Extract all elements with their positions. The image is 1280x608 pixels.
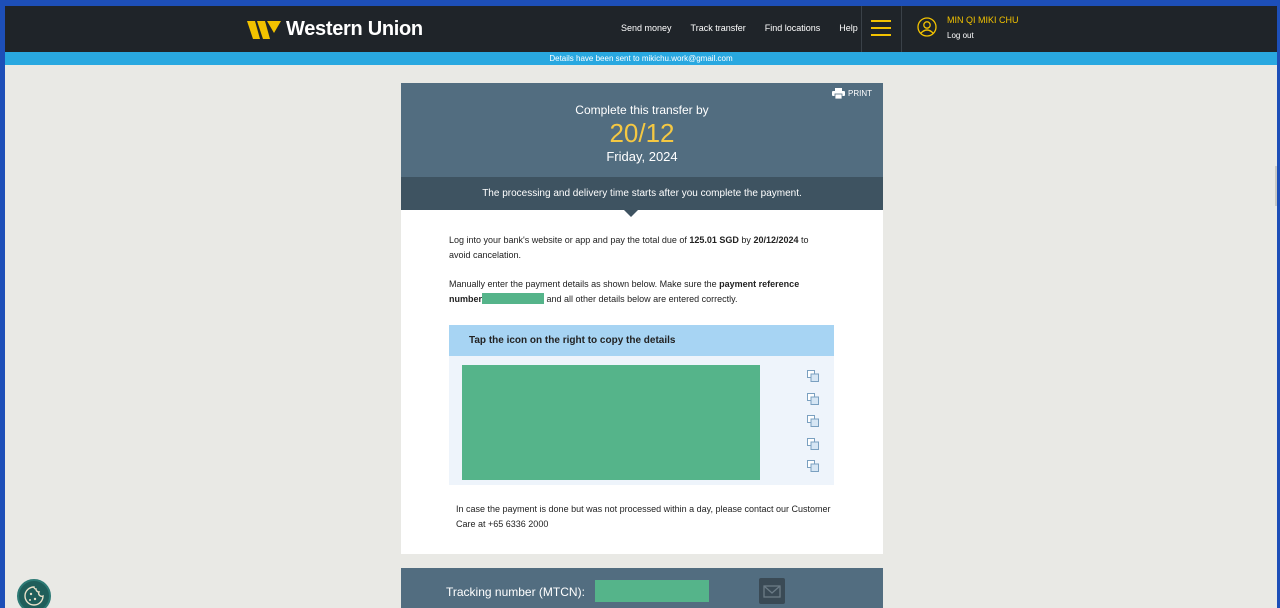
payment-instructions-card: PRINT Complete this transfer by 20/12 Fr… — [401, 83, 883, 554]
email-tracking-button[interactable] — [759, 578, 785, 604]
site-header: Western Union Send money Track transfer … — [5, 6, 1277, 52]
wu-logo-icon — [247, 20, 281, 39]
print-label: PRINT — [848, 89, 872, 98]
scrollbar-thumb[interactable] — [1275, 166, 1277, 206]
copy-icon[interactable] — [807, 415, 819, 428]
cookie-icon — [24, 586, 44, 606]
processing-note-text: The processing and delivery time starts … — [482, 188, 802, 199]
payment-instruction: Log into your bank's website or app and … — [449, 233, 829, 263]
cookie-settings-button[interactable] — [17, 579, 51, 608]
redacted-tracking-number — [595, 580, 709, 602]
copy-details-header: Tap the icon on the right to copy the de… — [449, 325, 834, 356]
redacted-payment-details — [462, 365, 760, 480]
copy-icon[interactable] — [807, 392, 819, 405]
nav-help[interactable]: Help — [839, 23, 858, 33]
tracking-number-label: Tracking number (MTCN): — [446, 585, 585, 599]
copy-buttons — [807, 370, 819, 483]
header-divider — [901, 6, 902, 52]
payment-details-box: Tap the icon on the right to copy the de… — [449, 325, 834, 485]
tracking-number-panel: Tracking number (MTCN): — [401, 568, 883, 608]
copy-icon[interactable] — [807, 437, 819, 450]
instruction-text: Manually enter the payment details as sh… — [449, 279, 720, 289]
logo-text: Western Union — [286, 18, 423, 40]
print-button[interactable]: PRINT — [832, 88, 872, 99]
user-avatar-icon — [917, 17, 937, 37]
band-pointer — [624, 210, 638, 217]
instruction-text: and all other details below are entered … — [544, 294, 738, 304]
logout-link[interactable]: Log out — [947, 31, 974, 40]
user-name: MIN QI MIKI CHU — [947, 15, 1019, 25]
user-menu[interactable]: MIN QI MIKI CHU Log out — [917, 15, 1019, 43]
due-date: 20/12/2024 — [753, 235, 799, 245]
instruction-text: Log into your bank's website or app and … — [449, 235, 690, 245]
nav-track-transfer[interactable]: Track transfer — [691, 23, 746, 33]
page: Western Union Send money Track transfer … — [5, 6, 1277, 608]
mail-icon — [763, 585, 781, 598]
header-divider — [861, 6, 862, 52]
reference-instruction: Manually enter the payment details as sh… — [449, 277, 829, 307]
main-nav: Send money Track transfer Find locations… — [621, 23, 858, 33]
instruction-text: by — [738, 235, 754, 245]
email-sent-banner: Details have been sent to mikichu.work@g… — [5, 52, 1277, 65]
redacted-reference-number — [482, 293, 545, 304]
copy-icon[interactable] — [807, 460, 819, 473]
nav-find-locations[interactable]: Find locations — [765, 23, 821, 33]
printer-icon — [832, 88, 845, 99]
western-union-logo[interactable]: Western Union — [247, 18, 423, 41]
deadline-header: PRINT Complete this transfer by 20/12 Fr… — [401, 83, 883, 177]
total-due-amount: 125.01 SGD — [689, 235, 739, 245]
deadline-date: 20/12 — [609, 118, 675, 148]
hamburger-menu-icon[interactable] — [871, 20, 891, 36]
processing-note: The processing and delivery time starts … — [401, 177, 883, 217]
deadline-weekday: Friday, 2024 — [606, 149, 678, 164]
complete-by-label: Complete this transfer by — [575, 103, 709, 117]
customer-care-note: In case the payment is done but was not … — [456, 504, 831, 529]
nav-send-money[interactable]: Send money — [621, 23, 672, 33]
copy-icon[interactable] — [807, 370, 819, 382]
